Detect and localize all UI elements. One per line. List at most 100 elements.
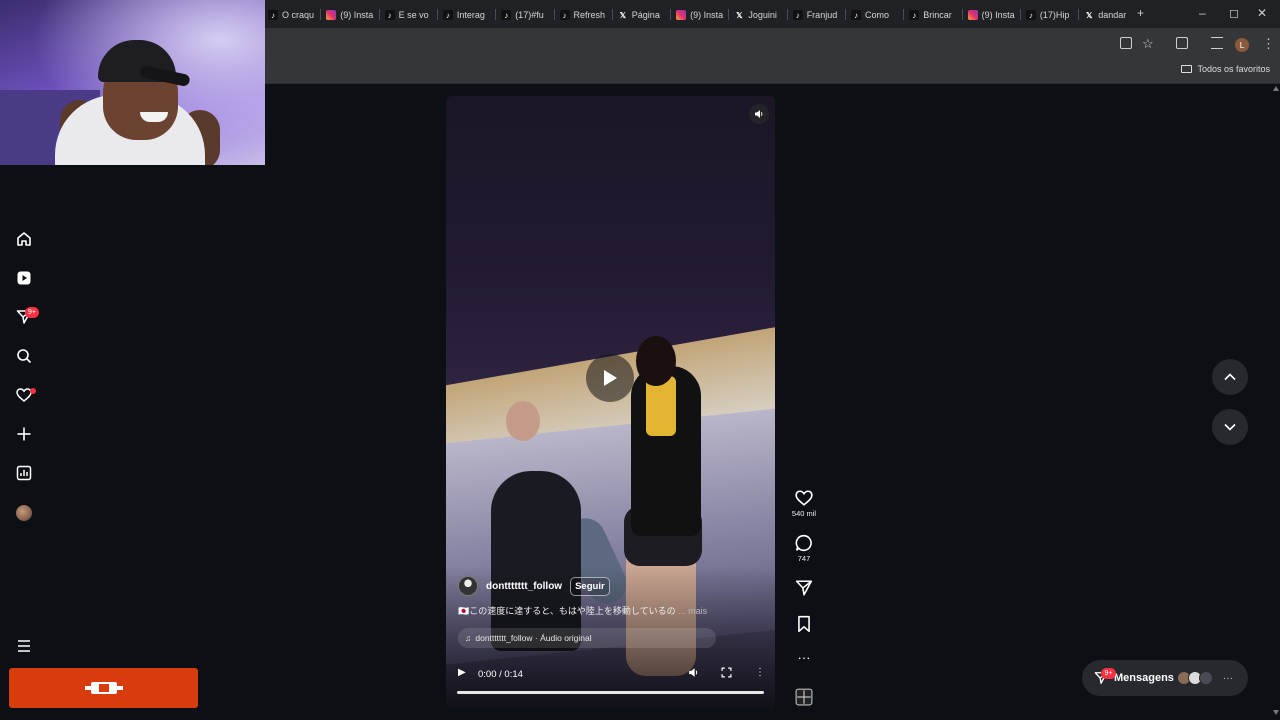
caption-text: 🇯🇵この速度に達すると、もはや陸上を移動しているの <box>458 606 676 616</box>
share-action[interactable] <box>790 579 818 597</box>
restore-icon[interactable]: ◻ <box>1229 6 1239 20</box>
minimize-icon[interactable]: – <box>1199 6 1206 20</box>
tiktok-icon: ♪ <box>851 10 861 20</box>
tab-label: Interag <box>456 10 485 20</box>
stream-banner <box>9 668 198 708</box>
like-action[interactable]: 540 mil <box>790 489 818 518</box>
tab-label: Joguini <box>748 10 777 20</box>
video-progress-bar[interactable] <box>457 691 764 694</box>
messages-badge: 9+ <box>1101 668 1116 679</box>
play-icon[interactable]: ▶ <box>458 667 466 678</box>
browser-tab[interactable]: 𝕏 Página <box>618 6 668 24</box>
tab-label: E se vo <box>398 10 429 20</box>
browser-tab[interactable]: (9) Insta <box>676 6 726 24</box>
install-app-icon[interactable] <box>1120 37 1132 49</box>
browser-tab[interactable]: ♪ Brincar <box>909 6 959 24</box>
comment-icon[interactable] <box>795 534 813 552</box>
video-options-icon[interactable]: ⋮ <box>755 667 765 678</box>
extensions-icon[interactable] <box>1176 37 1188 49</box>
messages-label: Mensagens <box>1114 672 1174 684</box>
browser-menu-icon[interactable]: ⋮ <box>1262 36 1275 52</box>
browser-tab[interactable]: ♪ Refresh <box>559 6 610 24</box>
tab-label: (9) Insta <box>340 10 374 20</box>
audio-thumbnail[interactable] <box>790 688 818 706</box>
tab-separator <box>961 9 963 20</box>
instagram-sidebar <box>0 84 50 720</box>
caption-more-link[interactable]: ... mais <box>678 606 707 616</box>
follow-button[interactable]: Seguir <box>570 576 610 596</box>
home-icon[interactable] <box>14 229 34 249</box>
tab-separator <box>378 9 380 20</box>
tab-separator <box>611 9 613 20</box>
browser-tab[interactable]: ♪ Como <box>851 6 901 24</box>
bookmark-star-icon[interactable]: ☆ <box>1142 36 1154 52</box>
tab-separator <box>553 9 555 20</box>
browser-tab[interactable]: ♪ Interag <box>442 6 493 24</box>
browser-profile-avatar[interactable]: L <box>1235 38 1249 52</box>
heart-icon[interactable] <box>795 489 813 507</box>
x-icon: 𝕏 <box>736 10 743 20</box>
tab-separator <box>1078 9 1080 20</box>
browser-tab[interactable]: 𝕏dandar <box>1084 6 1134 24</box>
close-window-icon[interactable]: ✕ <box>1257 6 1267 20</box>
tab-separator <box>670 9 672 20</box>
tab-label: Como <box>865 10 890 20</box>
reels-icon[interactable] <box>14 268 34 288</box>
volume-icon[interactable] <box>688 667 699 681</box>
tiktok-icon: ♪ <box>559 10 570 20</box>
author-username[interactable]: donttttttt_follow <box>486 581 562 592</box>
author-avatar[interactable] <box>458 576 478 596</box>
browser-tab[interactable]: ♪ E se vo <box>384 6 435 24</box>
tiktok-icon: ♪ <box>384 10 395 20</box>
more-options-icon[interactable]: ··· <box>790 650 818 665</box>
tab-label: O craqu <box>282 10 315 20</box>
reading-list-icon[interactable] <box>1211 37 1223 49</box>
profile-avatar[interactable] <box>16 505 32 521</box>
fullscreen-icon[interactable] <box>721 667 732 681</box>
scrollbar-up-arrow[interactable] <box>1273 86 1279 91</box>
tab-separator <box>320 9 322 20</box>
browser-tab[interactable]: (9) Insta <box>967 6 1018 24</box>
tab-label: Refresh <box>573 10 606 20</box>
browser-tab[interactable]: ♪ (17)#fu <box>501 6 551 24</box>
like-count: 540 mil <box>791 509 817 518</box>
instagram-icon <box>326 10 337 20</box>
share-icon[interactable] <box>795 579 813 597</box>
tab-label: Franjud <box>806 10 838 20</box>
play-overlay-icon[interactable] <box>586 354 634 402</box>
comment-action[interactable]: 747 <box>790 534 818 563</box>
audio-attribution[interactable]: ♫ donttttttt_follow · Áudio original <box>458 628 716 648</box>
comment-count: 747 <box>797 554 811 563</box>
all-bookmarks-folder[interactable]: Todos os favoritos <box>1181 64 1270 74</box>
browser-tab[interactable]: (9) Insta <box>326 6 376 24</box>
tab-label: (17)Hip <box>1039 10 1070 20</box>
tab-separator <box>495 9 497 20</box>
bookmark-icon[interactable] <box>795 615 813 633</box>
create-icon[interactable] <box>14 424 34 444</box>
dashboard-icon[interactable] <box>14 463 34 483</box>
instagram-icon <box>676 10 687 20</box>
volume-toggle-icon[interactable] <box>749 104 769 124</box>
previous-reel-button[interactable] <box>1212 359 1248 395</box>
address-bar[interactable] <box>268 31 1110 55</box>
browser-tab[interactable]: 𝕏 Joguini <box>734 6 784 24</box>
post-caption: 🇯🇵この速度に達すると、もはや陸上を移動しているの ... mais <box>458 604 758 617</box>
browser-tab[interactable]: ♪ O craqu <box>268 6 318 24</box>
reel-video-card[interactable]: donttttttt_follow Seguir 🇯🇵この速度に達すると、もはや… <box>446 96 775 708</box>
instagram-icon <box>967 10 978 20</box>
browser-tab[interactable]: ♪ (17)Hip <box>1025 6 1076 24</box>
tiktok-icon: ♪ <box>501 10 512 20</box>
tab-label: dandar <box>1098 10 1127 20</box>
tab-separator <box>845 9 846 20</box>
avatar <box>1198 671 1213 685</box>
audio-thumb-icon[interactable] <box>795 688 813 706</box>
more-menu-icon[interactable] <box>14 636 34 656</box>
folder-icon <box>1181 65 1193 73</box>
new-tab-button[interactable]: + <box>1137 6 1144 20</box>
save-action[interactable] <box>790 615 818 633</box>
tab-label: (9) Insta <box>690 10 724 20</box>
scrollbar-down-arrow[interactable] <box>1273 710 1279 715</box>
browser-tab[interactable]: ♪ Franjud <box>792 6 843 24</box>
search-icon[interactable] <box>14 346 34 366</box>
next-reel-button[interactable] <box>1212 409 1248 445</box>
